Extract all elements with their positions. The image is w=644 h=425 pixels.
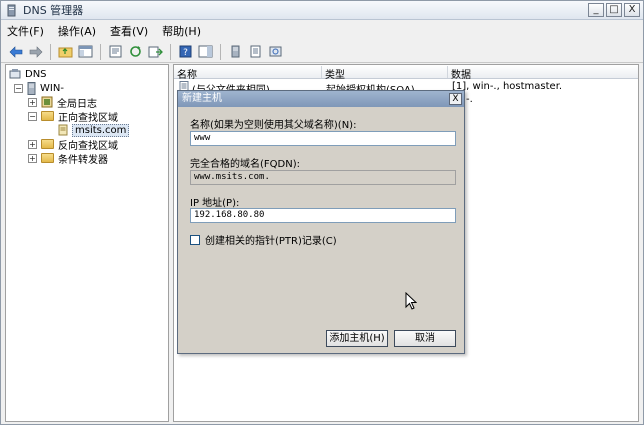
- properties-icon[interactable]: [107, 43, 124, 60]
- host-name-input[interactable]: www: [190, 131, 456, 146]
- zone-file-icon: [58, 124, 68, 136]
- tree-label-forward-zones: 正向查找区域: [58, 112, 118, 124]
- menu-file[interactable]: 文件(F): [7, 23, 44, 39]
- menu-help[interactable]: 帮助(H): [162, 23, 201, 39]
- minimize-button[interactable]: _: [588, 3, 604, 17]
- dialog-title[interactable]: 新建主机: [178, 91, 464, 107]
- server-icon[interactable]: [227, 43, 244, 60]
- cancel-button[interactable]: 取消: [394, 330, 456, 347]
- column-header-data[interactable]: 数据: [448, 66, 638, 81]
- tree-label-conditional-forwarders: 条件转发器: [58, 154, 108, 166]
- log-icon: [41, 96, 53, 108]
- column-header-name[interactable]: 名称: [174, 66, 322, 81]
- record-list-icon[interactable]: [247, 43, 264, 60]
- tree-label-server: WIN-: [40, 82, 64, 94]
- add-host-button[interactable]: 添加主机(H): [326, 330, 388, 347]
- help-icon[interactable]: ?: [177, 43, 194, 60]
- refresh-icon[interactable]: [127, 43, 144, 60]
- folder-icon: [41, 153, 54, 163]
- mouse-cursor-icon: [405, 292, 417, 310]
- toolbar-separator: [100, 43, 101, 60]
- tree-item-zone-msits[interactable]: msits.com: [57, 123, 130, 137]
- action-pane-icon[interactable]: [197, 43, 214, 60]
- folder-icon: [41, 111, 54, 121]
- toolbar-separator: [220, 43, 221, 60]
- tree-root-dns[interactable]: DNS: [9, 67, 47, 81]
- menu-bar: 文件(F) 操作(A) 查看(V) 帮助(H): [1, 21, 643, 41]
- zone-icon[interactable]: [267, 43, 284, 60]
- toolbar: ?: [1, 41, 643, 63]
- create-ptr-checkbox[interactable]: [190, 234, 200, 245]
- dns-manager-window: DNS 管理器 _ □ X 文件(F) 操作(A) 查看(V) 帮助(H) ? …: [0, 0, 644, 425]
- create-ptr-checkbox-row[interactable]: 创建相关的指针(PTR)记录(C): [190, 232, 337, 247]
- fqdn-field: www.msits.com.: [190, 170, 456, 185]
- maximize-button[interactable]: □: [606, 3, 622, 17]
- svg-text:?: ?: [183, 48, 188, 58]
- fqdn-label: 完全合格的域名(FQDN):: [190, 159, 300, 170]
- ip-address-input[interactable]: 192.168.80.80: [190, 208, 456, 223]
- cell-data: [1], win-., hostmaster.: [452, 81, 563, 92]
- expand-icon[interactable]: +: [28, 139, 37, 149]
- tree-item-forward-zones[interactable]: − 正向查找区域: [28, 109, 118, 124]
- close-button[interactable]: X: [624, 3, 640, 17]
- title-bar[interactable]: DNS 管理器 _ □ X: [1, 1, 643, 20]
- cell-data: -.: [466, 94, 473, 105]
- console-tree: DNS − WIN- + 全局日志 − 正向查找区域 msits.com + 反…: [5, 64, 169, 422]
- server-node-icon: [27, 81, 36, 95]
- column-header-type[interactable]: 类型: [322, 66, 448, 81]
- ip-address-label: IP 地址(P):: [190, 198, 240, 209]
- dialog-close-button[interactable]: X: [449, 93, 462, 105]
- toolbar-separator: [50, 43, 51, 60]
- window-title: DNS 管理器: [23, 4, 84, 17]
- tree-label-reverse-zones: 反向查找区域: [58, 140, 118, 152]
- collapse-icon[interactable]: −: [28, 111, 37, 121]
- tree-label-dns: DNS: [25, 68, 47, 80]
- collapse-icon[interactable]: −: [14, 83, 23, 93]
- folder-icon: [41, 139, 54, 149]
- dns-app-icon: [7, 4, 16, 16]
- tree-item-global-logs[interactable]: + 全局日志: [28, 95, 97, 110]
- expand-icon[interactable]: +: [28, 153, 37, 163]
- tree-server-node[interactable]: − WIN-: [14, 81, 64, 95]
- up-folder-icon[interactable]: [57, 43, 74, 60]
- expand-icon[interactable]: +: [28, 97, 37, 107]
- forward-arrow-icon[interactable]: [27, 43, 44, 60]
- list-header: 名称 类型 数据: [174, 65, 638, 81]
- toolbar-separator: [170, 43, 171, 60]
- name-label: 名称(如果为空则使用其父域名称)(N):: [190, 120, 357, 131]
- export-list-icon[interactable]: [147, 43, 164, 60]
- new-host-dialog: 新建主机 X 名称(如果为空则使用其父域名称)(N): www 完全合格的域名(…: [177, 90, 465, 354]
- show-hide-tree-icon[interactable]: [77, 43, 94, 60]
- tree-item-conditional-forwarders[interactable]: + 条件转发器: [28, 151, 108, 166]
- tree-item-reverse-zones[interactable]: + 反向查找区域: [28, 137, 118, 152]
- dns-root-icon: [9, 69, 21, 79]
- menu-view[interactable]: 查看(V): [110, 23, 148, 39]
- back-arrow-icon[interactable]: [7, 43, 24, 60]
- menu-action[interactable]: 操作(A): [58, 23, 96, 39]
- tree-label-zone-msits: msits.com: [72, 123, 130, 137]
- tree-label-global-logs: 全局日志: [57, 98, 97, 110]
- create-ptr-label: 创建相关的指针(PTR)记录(C): [205, 236, 337, 247]
